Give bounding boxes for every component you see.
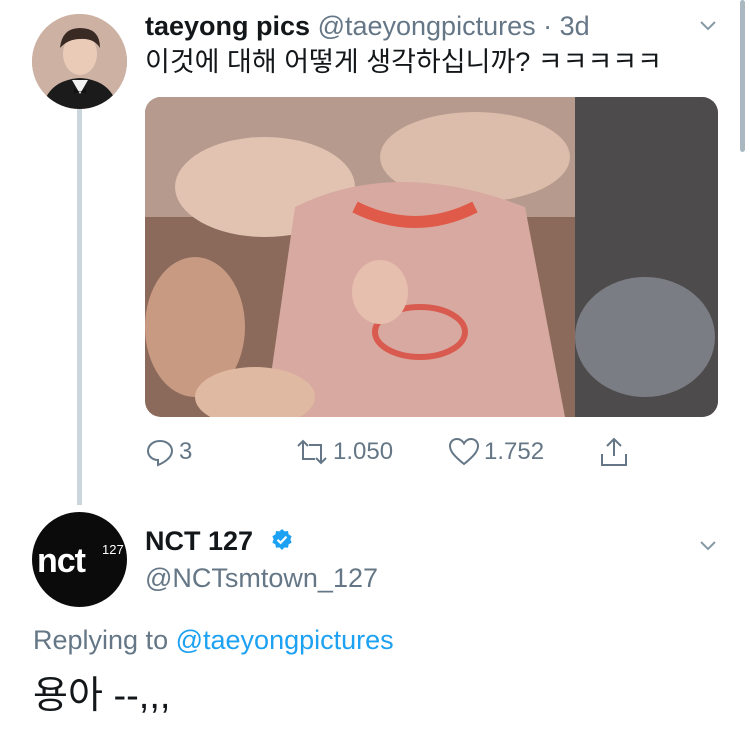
reply-count: 3: [179, 438, 193, 465]
retweet-count: 1.050: [333, 438, 394, 465]
thread-connector-line: [77, 108, 82, 505]
time-separator: ·: [543, 11, 553, 41]
avatar-logo-text: nct: [37, 542, 86, 580]
tweet-text: 용아 --,,,: [33, 675, 171, 717]
avatar-portrait-image: [32, 14, 127, 109]
like-icon: [448, 437, 480, 466]
like-button[interactable]: 1.752: [448, 432, 544, 472]
chevron-down-icon[interactable]: [699, 536, 717, 554]
author-handle[interactable]: @NCTsmtown_127: [145, 562, 378, 594]
share-icon: [601, 437, 627, 466]
avatar-logo-sup: 127: [102, 542, 124, 557]
avatar[interactable]: [32, 14, 127, 109]
tweet-actions-bar: 3 1.050 1.752: [145, 432, 645, 472]
share-button[interactable]: [598, 432, 630, 472]
replying-handle-link[interactable]: @taeyongpictures: [176, 625, 394, 655]
reply-icon: [146, 439, 174, 467]
reply-button[interactable]: 3: [145, 432, 192, 472]
replying-to: Replying to @taeyongpictures: [33, 624, 394, 656]
like-count: 1.752: [484, 438, 545, 465]
replying-prefix: Replying to: [33, 625, 169, 655]
retweet-button[interactable]: 1.050: [295, 432, 393, 472]
tweet-time[interactable]: 3d: [560, 11, 590, 41]
tweet-header: taeyong pics @taeyongpictures · 3d: [145, 10, 590, 42]
tweet-text: 이것에 대해 어떻게 생각하십니까? ㅋㅋㅋㅋㅋ: [145, 47, 662, 77]
scrollbar[interactable]: [740, 0, 745, 152]
tweet-media-image[interactable]: [145, 97, 718, 417]
author-name[interactable]: NCT 127: [145, 525, 253, 557]
avatar[interactable]: nct 127: [32, 512, 127, 607]
chevron-down-icon[interactable]: [699, 16, 717, 34]
retweet-icon: [297, 439, 327, 465]
author-name[interactable]: taeyong pics: [145, 11, 310, 41]
author-handle[interactable]: @taeyongpictures: [318, 11, 536, 41]
verified-badge-icon: [270, 528, 294, 552]
